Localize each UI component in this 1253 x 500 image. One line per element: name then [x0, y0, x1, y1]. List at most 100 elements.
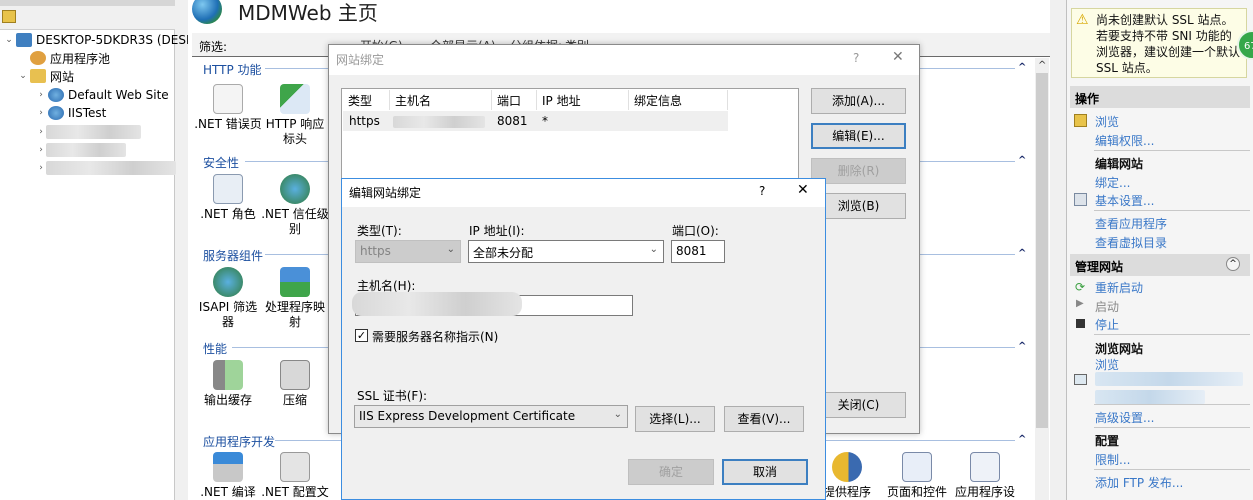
- action-browse-site[interactable]: 浏览: [1095, 356, 1119, 373]
- app-pool-icon: [30, 51, 46, 65]
- action-browse[interactable]: 浏览: [1095, 113, 1119, 130]
- help-button[interactable]: ?: [853, 51, 859, 65]
- collapse-icon[interactable]: ^: [1018, 155, 1026, 166]
- section-http: HTTP 功能: [203, 63, 262, 77]
- column-divider[interactable]: [536, 90, 537, 110]
- port-input[interactable]: 8081: [671, 240, 725, 263]
- tree-item-site[interactable]: › IISTest: [36, 104, 106, 122]
- type-value: https: [360, 244, 391, 258]
- type-select: https ⌄: [355, 240, 461, 263]
- column-header-ip[interactable]: IP 地址: [542, 92, 581, 109]
- chevron-down-icon: ⌄: [613, 409, 622, 420]
- action-limits[interactable]: 限制...: [1095, 451, 1130, 468]
- select-cert-button[interactable]: 选择(L)...: [635, 406, 715, 432]
- filter-label: 筛选:: [199, 40, 228, 54]
- cancel-button[interactable]: 取消: [722, 459, 808, 485]
- expand-icon[interactable]: ⌄: [18, 71, 28, 81]
- feature-compression[interactable]: 压缩: [260, 360, 330, 408]
- feature-handler-mappings[interactable]: 处理程序映射: [260, 267, 330, 330]
- tree-item-site[interactable]: › Default Web Site: [36, 86, 169, 104]
- action-stop[interactable]: 停止: [1095, 316, 1119, 333]
- collapse-icon[interactable]: ^: [1018, 62, 1026, 73]
- expand-icon[interactable]: ›: [36, 108, 46, 118]
- expand-icon[interactable]: ›: [36, 90, 46, 100]
- globe-icon: [48, 106, 64, 120]
- column-header-type[interactable]: 类型: [348, 92, 372, 109]
- feature-net-config[interactable]: .NET 配置文: [260, 452, 330, 500]
- edit-button[interactable]: 编辑(E)...: [811, 123, 906, 149]
- restart-icon: ⟳: [1075, 280, 1086, 294]
- server-icon: [16, 33, 32, 47]
- ssl-cert-select[interactable]: IIS Express Development Certificate ⌄: [354, 405, 628, 428]
- column-divider[interactable]: [628, 90, 629, 110]
- sni-label[interactable]: 需要服务器名称指示(N): [372, 328, 498, 345]
- collapse-icon[interactable]: ^: [1018, 434, 1026, 445]
- feature-net-compilation[interactable]: .NET 编译: [193, 452, 263, 500]
- binding-ip: *: [542, 114, 548, 128]
- close-button[interactable]: ✕: [797, 182, 809, 198]
- dialog-title: 编辑网站绑定: [349, 186, 422, 200]
- ip-select[interactable]: 全部未分配 ⌄: [468, 240, 664, 263]
- help-button[interactable]: ?: [759, 184, 765, 198]
- feature-http-response-headers[interactable]: HTTP 响应标头: [260, 84, 330, 147]
- redacted-link[interactable]: [1095, 372, 1243, 386]
- scroll-up-icon[interactable]: ^: [1038, 60, 1046, 71]
- feature-label: 输出缓存: [203, 393, 252, 407]
- chevron-down-icon: ⌄: [649, 244, 658, 255]
- view-cert-button[interactable]: 查看(V)...: [724, 406, 804, 432]
- expand-icon[interactable]: ⌄: [4, 35, 14, 45]
- globe-icon: [48, 88, 64, 102]
- close-button[interactable]: ✕: [892, 49, 904, 65]
- action-edit-permissions[interactable]: 编辑权限...: [1095, 132, 1154, 149]
- column-header-host[interactable]: 主机名: [395, 92, 431, 109]
- tree-item-app-pools[interactable]: 应用程序池: [28, 49, 110, 67]
- action-add-ftp[interactable]: 添加 FTP 发布...: [1095, 474, 1183, 491]
- sni-checkbox[interactable]: ✓: [355, 329, 368, 342]
- feature-pages-controls[interactable]: 页面和控件: [882, 452, 952, 500]
- add-button[interactable]: 添加(A)...: [811, 88, 906, 114]
- redacted-link[interactable]: [1095, 390, 1205, 404]
- collapse-icon[interactable]: ^: [1226, 257, 1240, 271]
- binding-host-redacted: [393, 116, 485, 128]
- column-divider[interactable]: [491, 90, 492, 110]
- feature-isapi-filters[interactable]: ISAPI 筛选器: [193, 267, 263, 330]
- feature-net-error-pages[interactable]: .NET 错误页: [193, 84, 263, 132]
- redacted-label: [46, 125, 141, 139]
- collapse-icon[interactable]: ^: [1018, 341, 1026, 352]
- tree-item-site-redacted[interactable]: ›: [36, 159, 176, 177]
- feature-label: HTTP 响应标头: [265, 117, 325, 146]
- warning-icon: ⚠: [1076, 12, 1089, 28]
- column-header-info[interactable]: 绑定信息: [634, 92, 682, 109]
- edit-site-heading: 编辑网站: [1095, 157, 1144, 171]
- warning-text: 尚未创建默认 SSL 站点。若要支持不带 SNI 功能的浏览器，建议创建一个默认…: [1096, 13, 1241, 75]
- connect-icon[interactable]: [2, 10, 16, 23]
- divider: [1094, 427, 1250, 428]
- pages-icon: [902, 452, 932, 482]
- action-view-virtual-dirs[interactable]: 查看虚拟目录: [1095, 234, 1167, 251]
- feature-output-caching[interactable]: 输出缓存: [193, 360, 263, 408]
- host-redacted: [352, 292, 522, 316]
- tree-item-site-redacted[interactable]: ›: [36, 141, 126, 159]
- action-restart[interactable]: 重新启动: [1095, 279, 1143, 296]
- expand-icon: ›: [39, 145, 43, 155]
- tree-item-server[interactable]: ⌄ DESKTOP-5DKDR3S (DESI: [4, 31, 190, 49]
- feature-net-trust-levels[interactable]: .NET 信任级别: [260, 174, 330, 237]
- action-view-applications[interactable]: 查看应用程序: [1095, 215, 1167, 232]
- action-advanced-settings[interactable]: 高级设置...: [1095, 409, 1154, 426]
- collapse-icon[interactable]: ^: [1018, 248, 1026, 259]
- action-basic-settings[interactable]: 基本设置...: [1095, 192, 1154, 209]
- settings-icon: [1074, 193, 1087, 206]
- action-bindings[interactable]: 绑定...: [1095, 174, 1130, 191]
- feature-app-settings[interactable]: 应用程序设: [950, 452, 1020, 500]
- tree-item-site-redacted[interactable]: ›: [36, 123, 141, 141]
- ssl-cert-label: SSL 证书(F):: [357, 389, 428, 403]
- feature-net-roles[interactable]: .NET 角色: [193, 174, 263, 222]
- column-header-port[interactable]: 端口: [497, 92, 521, 109]
- tree-label: 网站: [50, 69, 75, 84]
- section-security: 安全性: [203, 156, 240, 170]
- column-divider[interactable]: [727, 90, 728, 110]
- compression-icon: [280, 360, 310, 390]
- tree-item-sites[interactable]: ⌄ 网站: [18, 67, 74, 85]
- column-divider[interactable]: [389, 90, 390, 110]
- scrollbar-thumb[interactable]: [1036, 73, 1048, 428]
